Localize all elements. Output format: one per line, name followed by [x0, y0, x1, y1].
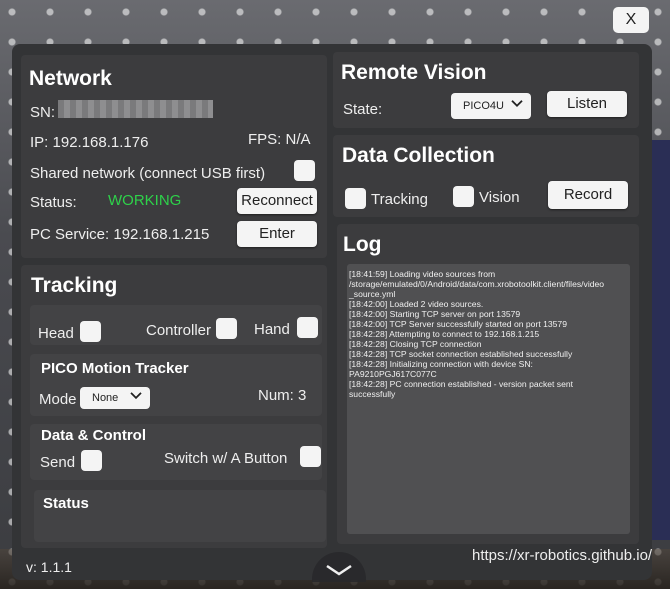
tracking-title: Tracking	[31, 274, 118, 297]
log-line: [18:42:28] TCP socket connection establi…	[349, 349, 573, 359]
tracking-record-checkbox[interactable]	[345, 188, 366, 209]
remote-vision-title: Remote Vision	[341, 61, 487, 84]
vision-record-label: Vision	[479, 189, 520, 206]
ip-label: IP: 192.168.1.176	[30, 134, 149, 151]
log-output[interactable]: [18:41:59] Loading video sources from/st…	[347, 264, 630, 534]
chevron-down-icon	[130, 386, 142, 408]
record-button[interactable]: Record	[548, 181, 628, 209]
listen-button[interactable]: Listen	[547, 91, 627, 117]
tracking-record-label: Tracking	[371, 191, 428, 208]
log-line: [18:42:00] Starting TCP server on port 1…	[349, 309, 521, 319]
switch-checkbox[interactable]	[300, 446, 321, 467]
sn-label: SN:	[30, 104, 56, 121]
log-line: _source.yml	[349, 289, 396, 299]
send-checkbox[interactable]	[81, 450, 102, 471]
log-line: [18:42:00] TCP Server successfully start…	[349, 319, 567, 329]
switch-label: Switch w/ A Button	[164, 450, 288, 467]
head-checkbox[interactable]	[80, 321, 101, 342]
network-title: Network	[29, 67, 112, 90]
log-line: [18:41:59] Loading video sources from	[349, 269, 496, 279]
background-monitor	[652, 140, 670, 540]
log-title: Log	[343, 233, 382, 256]
shared-network-label: Shared network (connect USB first)	[30, 165, 266, 182]
head-label: Head	[38, 325, 74, 342]
num-label: Num: 3	[258, 387, 307, 404]
reconnect-button[interactable]: Reconnect	[237, 188, 317, 214]
log-line: /storage/emulated/0/Android/data/com.xro…	[349, 279, 605, 289]
state-select-value: PICO4U	[463, 100, 504, 112]
send-label: Send	[40, 454, 76, 471]
log-line: [18:42:28] Attempting to connect to 192.…	[349, 329, 540, 339]
close-button[interactable]: X	[613, 7, 649, 33]
log-line: PA9210PGJ617C077C	[349, 369, 437, 379]
controller-checkbox[interactable]	[216, 318, 237, 339]
state-label: State:	[343, 101, 383, 118]
chevron-down-icon	[325, 563, 353, 581]
fps-label: FPS: N/A	[248, 131, 311, 148]
mode-select-value: None	[92, 392, 119, 404]
log-line: [18:42:28] PC connection established - v…	[349, 379, 574, 389]
shared-network-checkbox[interactable]	[294, 160, 315, 181]
controller-label: Controller	[146, 322, 212, 339]
hand-checkbox[interactable]	[297, 317, 318, 338]
log-line: [18:42:00] Loaded 2 video sources.	[349, 299, 484, 309]
vision-record-checkbox[interactable]	[453, 186, 474, 207]
state-select[interactable]: PICO4U	[451, 93, 531, 119]
hand-label: Hand	[254, 321, 290, 338]
log-lines: [18:41:59] Loading video sources from/st…	[347, 264, 630, 399]
enter-button[interactable]: Enter	[237, 221, 317, 247]
data-collection-title: Data Collection	[342, 144, 495, 167]
data-control-title: Data & Control	[41, 427, 146, 444]
sn-redacted-value	[58, 100, 213, 118]
mode-select[interactable]: None	[80, 387, 150, 409]
log-line: successfully	[349, 389, 396, 399]
status-label: Status:	[30, 194, 77, 211]
version-label: v: 1.1.1	[26, 559, 72, 575]
pc-service-label: PC Service: 192.168.1.215	[30, 226, 210, 243]
status-section-title: Status	[43, 495, 89, 512]
motion-tracker-title: PICO Motion Tracker	[41, 360, 189, 377]
website-link[interactable]: https://xr-robotics.github.io/	[472, 547, 652, 564]
chevron-down-icon	[511, 92, 523, 118]
log-line: [18:42:28] Closing TCP connection	[349, 339, 482, 349]
log-line: [18:42:28] Initializing connection with …	[349, 359, 533, 369]
mode-label: Mode	[39, 391, 77, 408]
status-value: WORKING	[108, 192, 182, 209]
